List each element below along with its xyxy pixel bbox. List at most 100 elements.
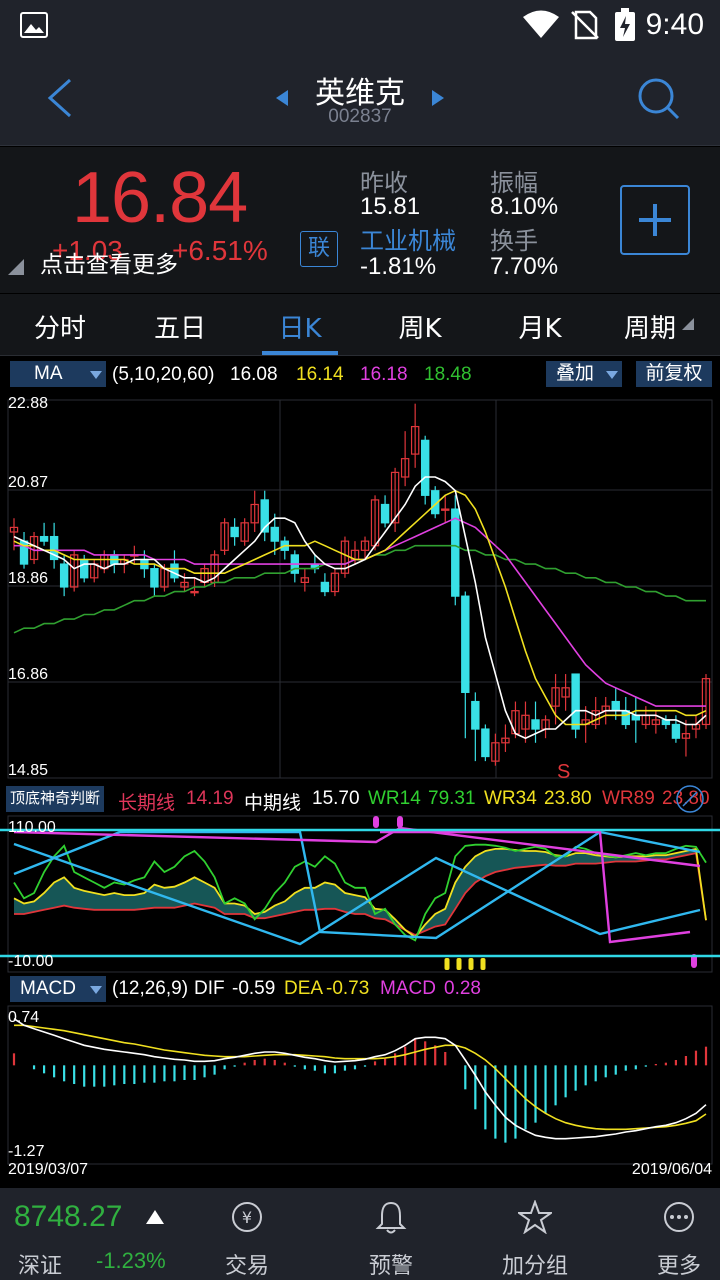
macd-y-top: 0.74 (8, 1009, 39, 1026)
bottom-signal-mark (468, 958, 474, 970)
long-line-label: 长期线 (118, 793, 176, 814)
wr14-value: 79.31 (428, 788, 476, 809)
y-label-top: 22.88 (8, 395, 48, 412)
candle-body (481, 728, 490, 758)
wr14-label: WR14 (368, 788, 421, 809)
candle-body (621, 710, 630, 726)
indicator-y-top: 110.00 (8, 819, 56, 836)
nav-alert[interactable]: 预警 (336, 1188, 446, 1280)
next-stock-icon[interactable] (430, 88, 446, 108)
amplitude-value: 8.10% (490, 193, 559, 220)
candle-body (39, 535, 49, 542)
macd-label: MACD (380, 978, 436, 999)
indicator-y-bottom: -10.00 (8, 953, 53, 970)
tab-weekly-k[interactable]: 周K (360, 308, 480, 345)
ma60-value: 18.48 (424, 364, 472, 385)
ma-params: (5,10,20,60) (112, 364, 215, 385)
bottom-signal-mark (444, 958, 450, 970)
candle-body (380, 503, 390, 524)
index-value[interactable]: 8748.27 (14, 1200, 122, 1234)
more-icon (664, 1202, 694, 1232)
candle-body (150, 568, 159, 588)
macd-selector[interactable]: MACD (10, 976, 106, 1002)
macd-selector-label: MACD (20, 978, 76, 999)
ma20-line (14, 517, 706, 707)
adjust-button[interactable]: 前复权 (636, 361, 712, 387)
tab-daily-k[interactable]: 日K (240, 308, 360, 345)
gallery-icon (20, 12, 48, 38)
candle-body (671, 723, 681, 739)
clock: 9:40 (645, 8, 704, 41)
mid-line-value: 15.70 (312, 788, 360, 809)
top-signal-mark (397, 816, 403, 828)
tab-monthly-k[interactable]: 月K (480, 308, 600, 345)
long-line-value: 14.19 (186, 788, 234, 809)
overlay-button[interactable]: 叠加 (546, 361, 622, 387)
crosshair-toggle-icon[interactable] (674, 784, 706, 814)
y-label-4: 16.86 (8, 666, 48, 683)
candle-body (59, 563, 69, 588)
index-expand-icon[interactable] (146, 1210, 164, 1224)
period-tabs: 分时 五日 日K 周K 月K 周期 (0, 294, 720, 356)
candle-body (531, 719, 540, 730)
sector-link[interactable]: 工业机械 (360, 221, 456, 256)
candle-body (230, 526, 239, 538)
date-end: 2019/06/04 (632, 1161, 712, 1178)
indicator-selector[interactable]: 顶底神奇判断 (6, 786, 104, 812)
chevron-down-icon (90, 986, 102, 994)
chevron-down-icon (90, 371, 102, 379)
bell-icon (375, 1201, 407, 1234)
price-change-pct: +6.51% (172, 235, 268, 266)
wr34-value: 23.80 (544, 788, 592, 809)
macd-dea-line (14, 1024, 707, 1131)
index-change: -1.23% (96, 1248, 166, 1273)
prev-close-value: 15.81 (360, 193, 421, 220)
macd-y-bottom: -1.27 (8, 1143, 45, 1160)
turnover-label: 换手 (490, 227, 538, 255)
sector-change: -1.81% (360, 253, 437, 280)
tab-intraday[interactable]: 分时 (0, 308, 120, 345)
candle-body (451, 508, 460, 597)
ma-selector-label: MA (34, 363, 63, 384)
overlay-label: 叠加 (556, 363, 595, 384)
wr89-label: WR89 (602, 788, 655, 809)
star-icon (518, 1200, 552, 1234)
battery-charging-icon (615, 8, 635, 41)
nav-more[interactable]: 更多 (620, 1188, 720, 1280)
candlestick-chart[interactable]: 22.88 20.87 18.86 16.86 14.85 S (0, 390, 720, 780)
chevron-down-icon (606, 371, 618, 379)
period-dropdown-icon (682, 318, 694, 330)
add-watchlist-button[interactable] (620, 185, 690, 255)
candle-body (420, 439, 430, 496)
macd-chart[interactable]: 0.74 -1.27 2019/03/07 2019/06/04 (0, 1004, 720, 1184)
macd-value: 0.28 (444, 978, 481, 999)
macd-legend-bar: MACD (12,26,9) DIF -0.59 DEA -0.73 MACD … (0, 974, 720, 1004)
stock-header: 英维克 002837 (0, 52, 720, 146)
date-start: 2019/03/07 (8, 1161, 88, 1178)
status-bar: 9:40 (0, 0, 720, 52)
tab-five-day[interactable]: 五日 (120, 308, 240, 345)
indicator-chart[interactable]: 110.00 -10.00 (0, 814, 720, 974)
more-hint[interactable]: 点击查看更多 (40, 245, 178, 279)
candle-body (611, 700, 620, 712)
ma-selector[interactable]: MA (10, 361, 106, 387)
ma10-value: 16.14 (296, 364, 344, 385)
no-sim-icon (571, 10, 599, 40)
bottom-signal-mark (480, 958, 486, 970)
nav-trade[interactable]: ¥ 交易 (192, 1188, 302, 1280)
related-badge[interactable]: 联 (300, 231, 338, 267)
quote-panel[interactable]: 16.84 +1.03 +6.51% 点击查看更多 联 昨收 15.81 工业机… (0, 147, 720, 293)
search-icon[interactable] (636, 76, 682, 122)
candle-body (270, 526, 279, 542)
candle-body (571, 673, 580, 730)
dea-value: -0.73 (326, 978, 370, 999)
trade-icon: ¥ (232, 1202, 262, 1232)
y-label-bottom: 14.85 (8, 762, 48, 779)
stock-code: 002837 (328, 106, 392, 127)
nav-add-group[interactable]: 加分组 (480, 1188, 590, 1280)
y-label-2: 20.87 (8, 474, 48, 491)
ma5-value: 16.08 (230, 364, 278, 385)
candle-body (170, 563, 179, 579)
top-signal-mark (373, 816, 379, 828)
nav-alert-label: 预警 (368, 1254, 413, 1279)
